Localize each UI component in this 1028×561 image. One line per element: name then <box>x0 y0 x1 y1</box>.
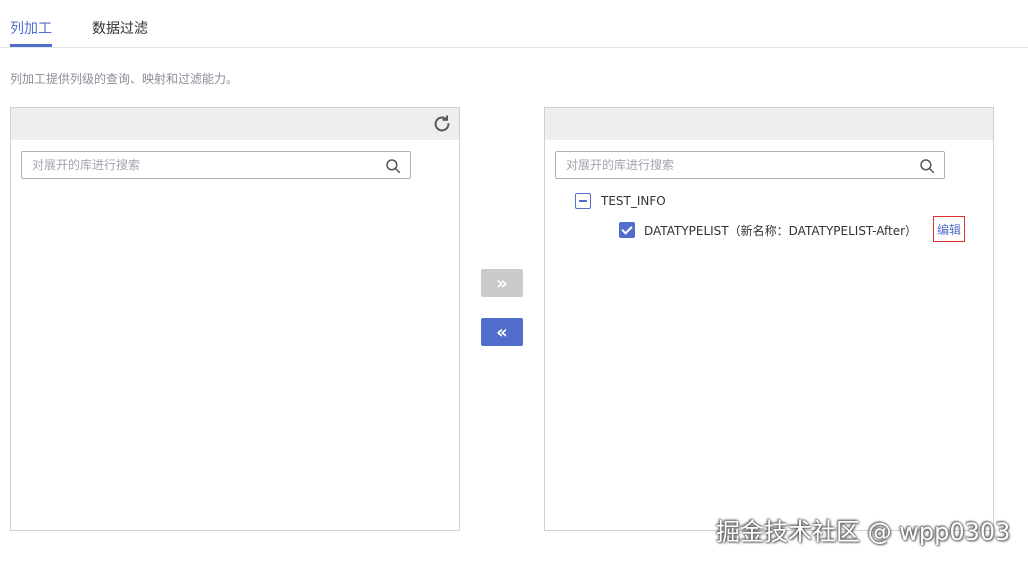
source-search-input[interactable] <box>22 152 410 178</box>
page-description: 列加工提供列级的查询、映射和过滤能力。 <box>10 72 239 86</box>
search-icon[interactable] <box>384 157 402 175</box>
tab-column-processing[interactable]: 列加工 <box>10 18 52 38</box>
collapse-icon[interactable] <box>575 193 591 209</box>
edit-link[interactable]: 编辑 <box>933 216 965 242</box>
target-search-input[interactable] <box>556 152 944 178</box>
target-panel: TEST_INFO DATATYPELIST（新名称：DATATYPELIST-… <box>544 107 994 531</box>
table-label: DATATYPELIST（新名称：DATATYPELIST-After） <box>644 223 918 238</box>
source-panel-header <box>11 108 459 140</box>
move-left-button[interactable]: « <box>481 318 523 346</box>
target-panel-header <box>545 108 993 140</box>
active-tab-indicator <box>10 44 52 47</box>
watermark: 掘金技术社区 @ wpp0303 <box>716 518 1011 546</box>
database-label: TEST_INFO <box>601 194 666 208</box>
source-search-box <box>21 151 411 179</box>
target-search-box <box>555 151 945 179</box>
source-panel <box>10 107 460 531</box>
move-right-button[interactable]: » <box>481 269 523 297</box>
table-checkbox[interactable] <box>619 222 635 238</box>
tree-node-database: TEST_INFO <box>575 191 666 211</box>
tab-data-filter[interactable]: 数据过滤 <box>92 18 148 38</box>
refresh-icon[interactable] <box>431 113 453 135</box>
tree-node-table: DATATYPELIST（新名称：DATATYPELIST-After） <box>619 220 917 240</box>
tab-bar: 列加工 数据过滤 <box>0 0 1028 48</box>
search-icon[interactable] <box>918 157 936 175</box>
